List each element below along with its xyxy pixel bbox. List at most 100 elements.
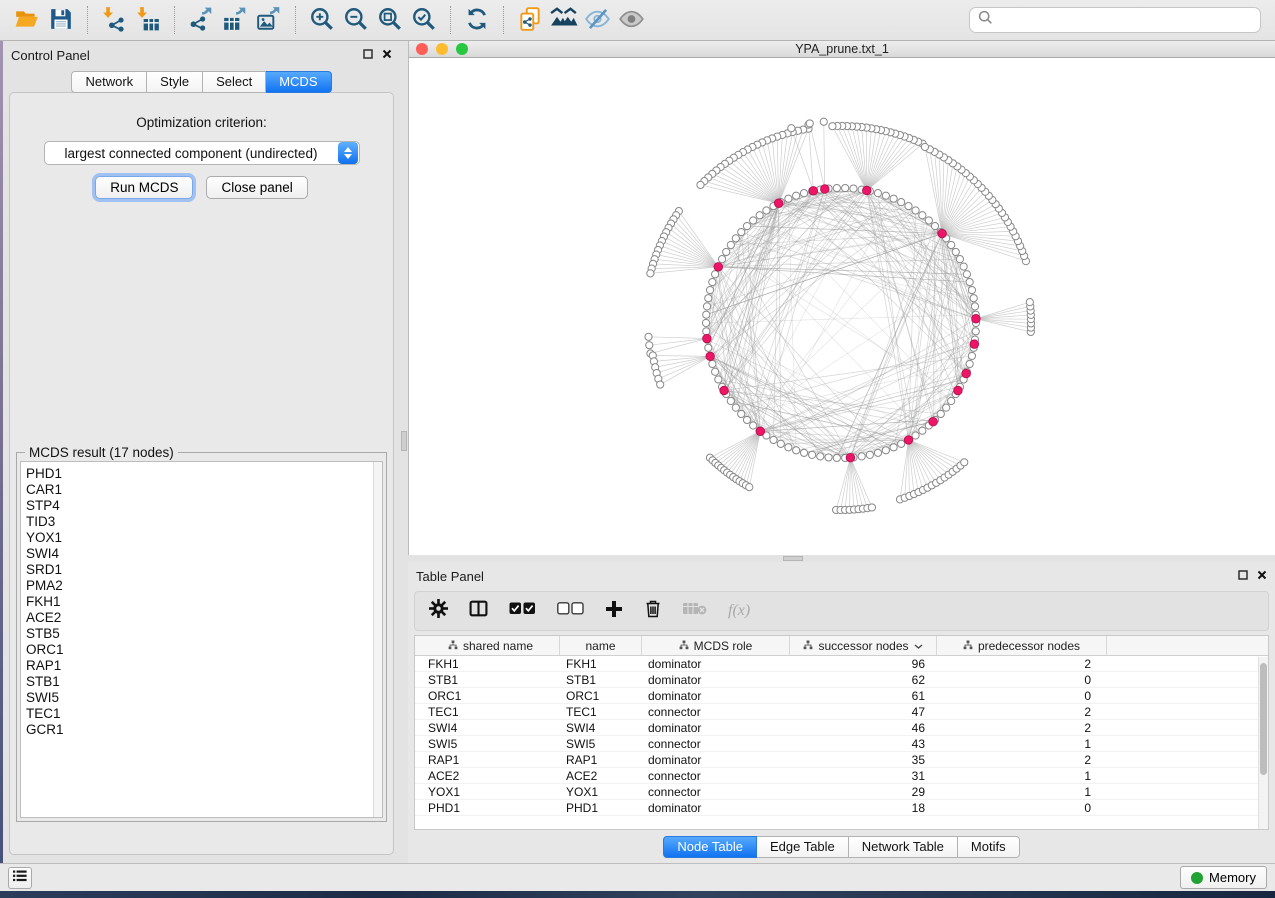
- column-header-predecessor-nodes[interactable]: predecessor nodes: [937, 636, 1107, 655]
- column-header-name[interactable]: name: [560, 636, 642, 655]
- export-network-button[interactable]: [184, 4, 218, 36]
- table-row[interactable]: SWI4SWI4dominator462: [415, 720, 1268, 736]
- table-row[interactable]: ORC1ORC1dominator610: [415, 688, 1268, 704]
- mcds-result-item[interactable]: STB5: [26, 626, 382, 642]
- table-row[interactable]: YOX1YOX1connector291: [415, 784, 1268, 800]
- column-header-MCDS-role[interactable]: MCDS role: [642, 636, 790, 655]
- mcds-hub-node[interactable]: [714, 263, 723, 272]
- select-all-checks-icon[interactable]: [509, 602, 536, 620]
- table-row[interactable]: SWI5SWI5connector431: [415, 736, 1268, 752]
- horizontal-splitter[interactable]: [408, 555, 1275, 562]
- mcds-hub-node[interactable]: [904, 436, 913, 445]
- mcds-result-item[interactable]: STB1: [26, 674, 382, 690]
- close-panel-icon[interactable]: [382, 46, 392, 64]
- tab-style[interactable]: Style: [147, 71, 203, 93]
- node-table[interactable]: shared namenameMCDS rolesuccessor nodesp…: [414, 635, 1269, 830]
- add-column-icon[interactable]: [605, 600, 623, 623]
- network-canvas[interactable]: [409, 58, 1275, 555]
- mcds-result-item[interactable]: ORC1: [26, 642, 382, 658]
- mcds-hub-node[interactable]: [706, 352, 715, 361]
- zoom-selected-button[interactable]: [407, 4, 441, 36]
- table-row[interactable]: STB1STB1dominator620: [415, 672, 1268, 688]
- table-scrollbar-thumb[interactable]: [1260, 663, 1267, 775]
- mcds-list-scrollbar[interactable]: [373, 462, 382, 817]
- mcds-result-item[interactable]: TID3: [26, 514, 382, 530]
- clone-network-button[interactable]: [513, 4, 547, 36]
- mcds-result-item[interactable]: RAP1: [26, 658, 382, 674]
- column-header-successor-nodes[interactable]: successor nodes: [790, 636, 937, 655]
- mcds-result-list[interactable]: PHD1CAR1STP4TID3YOX1SWI4SRD1PMA2FKH1ACE2…: [20, 461, 383, 818]
- tab-network[interactable]: Network: [71, 71, 147, 93]
- mcds-hub-node[interactable]: [720, 386, 729, 395]
- tab-select[interactable]: Select: [203, 71, 266, 93]
- export-table-button[interactable]: [218, 4, 252, 36]
- mcds-hub-node[interactable]: [809, 187, 818, 196]
- table-row[interactable]: FKH1FKH1dominator962: [415, 656, 1268, 672]
- optimization-criterion-select[interactable]: largest connected component (undirected): [44, 141, 360, 165]
- mcds-hub-node[interactable]: [703, 334, 712, 343]
- table-scrollbar[interactable]: [1258, 657, 1268, 829]
- splitter-grip[interactable]: [401, 431, 407, 451]
- save-session-button[interactable]: [44, 4, 78, 36]
- mcds-hub-node[interactable]: [756, 427, 765, 436]
- mcds-result-item[interactable]: PMA2: [26, 578, 382, 594]
- splitter-grip[interactable]: [783, 556, 803, 561]
- mcds-hub-node[interactable]: [862, 186, 871, 195]
- float-panel-icon[interactable]: [363, 46, 373, 64]
- table-row[interactable]: ACE2ACE2connector311: [415, 768, 1268, 784]
- mcds-result-item[interactable]: SRD1: [26, 562, 382, 578]
- mcds-result-item[interactable]: CAR1: [26, 482, 382, 498]
- mcds-hub-node[interactable]: [846, 453, 855, 462]
- mcds-result-item[interactable]: PHD1: [26, 466, 382, 482]
- mcds-result-item[interactable]: YOX1: [26, 530, 382, 546]
- task-history-button[interactable]: [8, 867, 32, 889]
- tab-network-table[interactable]: Network Table: [849, 836, 958, 858]
- export-image-button[interactable]: [252, 4, 286, 36]
- mcds-result-item[interactable]: SWI4: [26, 546, 382, 562]
- open-session-button[interactable]: [10, 4, 44, 36]
- network-window-titlebar[interactable]: YPA_prune.txt_1: [409, 41, 1275, 58]
- tab-motifs[interactable]: Motifs: [958, 836, 1020, 858]
- mcds-result-item[interactable]: SWI5: [26, 690, 382, 706]
- zoom-out-button[interactable]: [339, 4, 373, 36]
- table-row[interactable]: RAP1RAP1dominator352: [415, 752, 1268, 768]
- zoom-in-button[interactable]: [305, 4, 339, 36]
- mcds-result-item[interactable]: GCR1: [26, 722, 382, 738]
- network-overview-button[interactable]: [547, 4, 581, 36]
- mcds-result-item[interactable]: TEC1: [26, 706, 382, 722]
- mcds-result-item[interactable]: STP4: [26, 498, 382, 514]
- mcds-result-item[interactable]: ACE2: [26, 610, 382, 626]
- column-layout-icon[interactable]: [469, 600, 488, 622]
- mcds-hub-node[interactable]: [929, 417, 938, 426]
- table-row[interactable]: TEC1TEC1connector472: [415, 704, 1268, 720]
- mcds-hub-node[interactable]: [970, 340, 979, 349]
- mcds-hub-node[interactable]: [820, 185, 829, 194]
- float-panel-icon[interactable]: [1238, 567, 1248, 585]
- vertical-splitter[interactable]: [400, 41, 408, 863]
- search-field[interactable]: [969, 7, 1261, 33]
- tab-node-table[interactable]: Node Table: [663, 836, 757, 858]
- table-row[interactable]: PHD1PHD1dominator180: [415, 800, 1268, 816]
- mcds-hub-node[interactable]: [774, 199, 783, 208]
- refresh-layout-button[interactable]: [460, 4, 494, 36]
- mcds-result-item[interactable]: FKH1: [26, 594, 382, 610]
- search-input[interactable]: [998, 13, 1252, 28]
- mcds-hub-node[interactable]: [962, 369, 971, 378]
- column-header-shared-name[interactable]: shared name: [422, 636, 560, 655]
- table-options-gear-icon[interactable]: [429, 599, 448, 623]
- hide-details-button[interactable]: [581, 4, 615, 36]
- close-panel-button[interactable]: Close panel: [206, 176, 307, 199]
- close-panel-icon[interactable]: [1257, 567, 1267, 585]
- mcds-hub-node[interactable]: [954, 386, 963, 395]
- zoom-fit-button[interactable]: [373, 4, 407, 36]
- show-details-button[interactable]: [615, 4, 649, 36]
- import-network-button[interactable]: [97, 4, 131, 36]
- tab-mcds[interactable]: MCDS: [266, 71, 331, 93]
- run-mcds-button[interactable]: Run MCDS: [95, 176, 193, 199]
- import-table-button[interactable]: [131, 4, 165, 36]
- delete-column-icon[interactable]: [644, 599, 662, 623]
- tab-edge-table[interactable]: Edge Table: [757, 836, 849, 858]
- mcds-hub-node[interactable]: [938, 229, 947, 238]
- memory-button[interactable]: Memory: [1180, 866, 1267, 889]
- deselect-all-checks-icon[interactable]: [557, 602, 584, 620]
